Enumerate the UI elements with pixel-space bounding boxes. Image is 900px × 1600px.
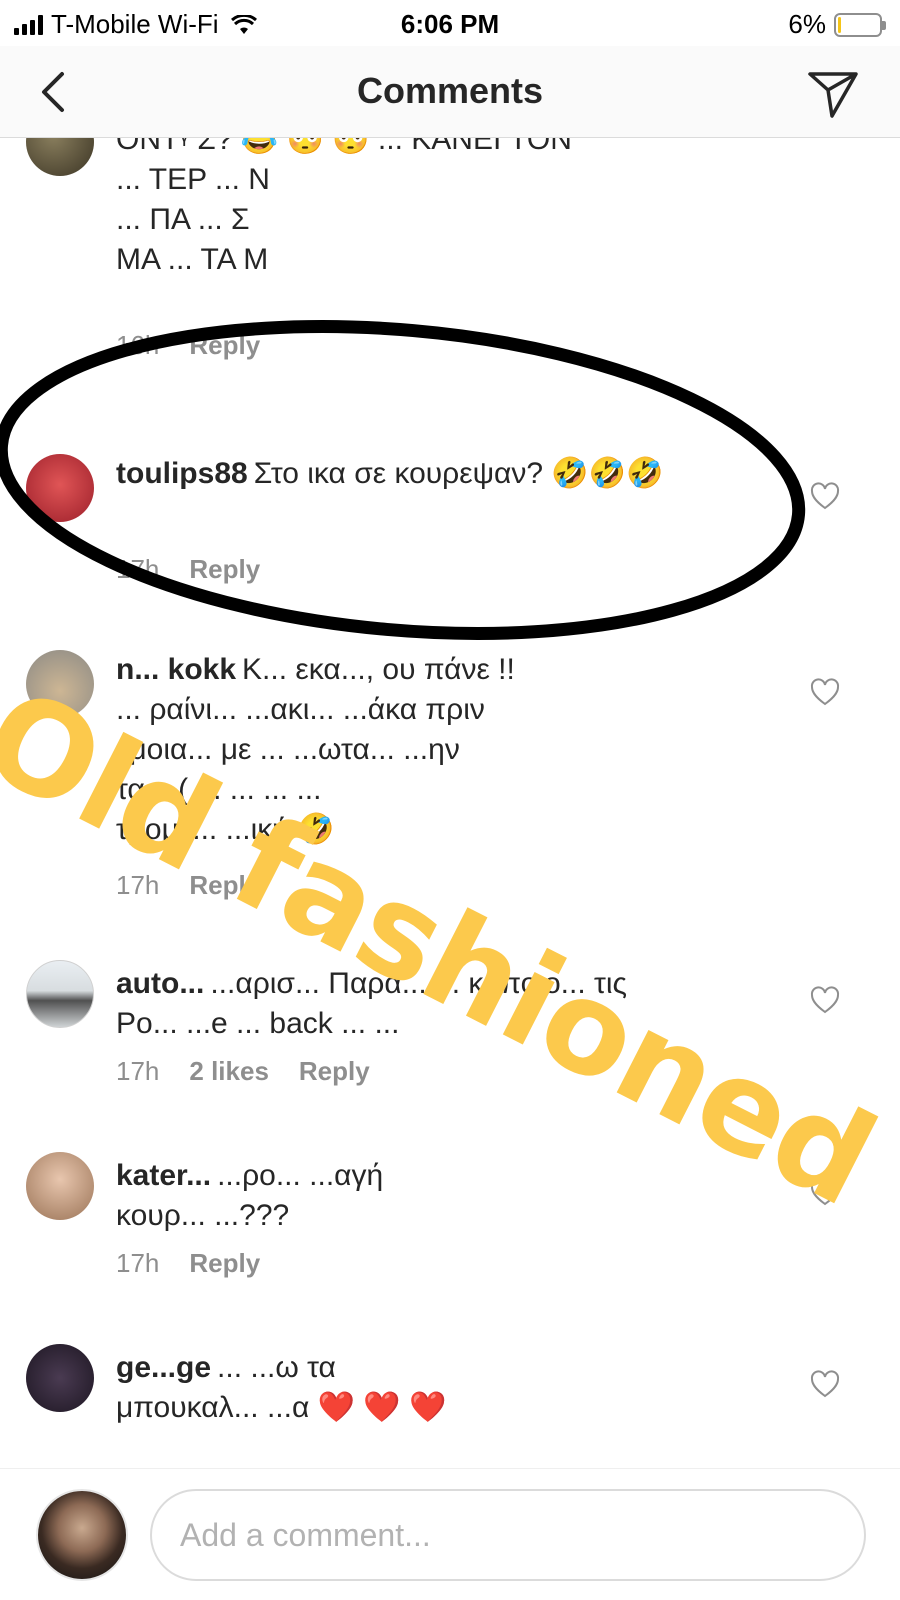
comment-username[interactable]: auto... — [116, 967, 204, 1000]
reply-button[interactable]: Reply — [189, 1248, 260, 1279]
battery-percent: 6% — [788, 9, 826, 39]
comment-text: ... ...ω τα — [217, 1351, 336, 1384]
comment-text: ...ρο... ...αγή — [217, 1159, 384, 1192]
avatar[interactable] — [26, 454, 94, 522]
comment-time: 17h — [116, 1248, 160, 1278]
comment-item: ge...ge... ...ω τα μπουκαλ... ...α ❤️ ❤️… — [0, 1344, 900, 1468]
comment-text: Κ... εκα..., ου πάνε !! — [242, 653, 515, 686]
reply-button[interactable]: Reply — [189, 330, 260, 361]
comment-text: ... ΠΑ ... Σ — [116, 203, 250, 236]
avatar[interactable] — [26, 138, 94, 176]
heart-icon[interactable] — [810, 678, 840, 708]
comment-item: ONTᵞ Σ? 😂 😳 😳 ... ΚΑΝΕΙ ΤΟΝ ... ΤΕΡ ... … — [0, 138, 900, 378]
comment-input[interactable] — [150, 1489, 866, 1581]
page-title: Comments — [356, 70, 544, 111]
status-bar: T-Mobile Wi-Fi 6:06 PM 6% — [0, 0, 900, 46]
user-avatar[interactable] — [36, 1489, 128, 1581]
heart-icon[interactable] — [810, 986, 840, 1016]
avatar[interactable] — [26, 1344, 94, 1412]
comment-time: 16h — [116, 330, 160, 360]
heart-icon[interactable] — [810, 1370, 840, 1400]
comment-text: ONTᵞ Σ? 😂 😳 😳 ... ΚΑΝΕΙ ΤΟΝ — [116, 138, 572, 156]
battery-icon — [834, 12, 886, 37]
comment-username[interactable]: kater... — [116, 1159, 211, 1192]
reply-button[interactable]: Reply — [299, 1056, 370, 1087]
avatar[interactable] — [26, 1152, 94, 1220]
comment-composer — [0, 1468, 900, 1600]
comment-text: ΜΑ ... ΤΑ Μ — [116, 243, 269, 276]
comment-text: κουρ... ...??? — [116, 1199, 290, 1232]
clock: 6:06 PM — [400, 9, 500, 39]
paper-plane-icon[interactable] — [806, 66, 860, 120]
comment-item: toulips88 Στο ικα σε κουρεψαν? 🤣🤣🤣 17h Re… — [0, 450, 900, 610]
comment-time: 17h — [116, 554, 160, 584]
comment-time: 17h — [116, 1056, 160, 1086]
comment-text: ... ΤΕΡ ... Ν — [116, 163, 270, 196]
comment-text: Στο ικα σε κουρεψαν? 🤣🤣🤣 — [253, 457, 664, 490]
comment-text: μπουκαλ... ...α ❤️ ❤️ ❤️ — [116, 1391, 447, 1424]
header: Comments — [0, 46, 900, 138]
reply-button[interactable]: Reply — [189, 554, 260, 585]
comment-username[interactable]: ge...ge — [116, 1351, 211, 1384]
likes-count[interactable]: 2 likes — [189, 1056, 269, 1087]
battery-fill — [838, 16, 841, 33]
heart-icon[interactable] — [810, 482, 840, 512]
comment-text: ... ραίνι... ...ακι... ...άκα πριν — [116, 693, 485, 726]
comment-username[interactable]: n... kokk — [116, 653, 236, 686]
avatar[interactable] — [26, 960, 94, 1028]
comment-username[interactable]: toulips88 — [116, 457, 248, 490]
